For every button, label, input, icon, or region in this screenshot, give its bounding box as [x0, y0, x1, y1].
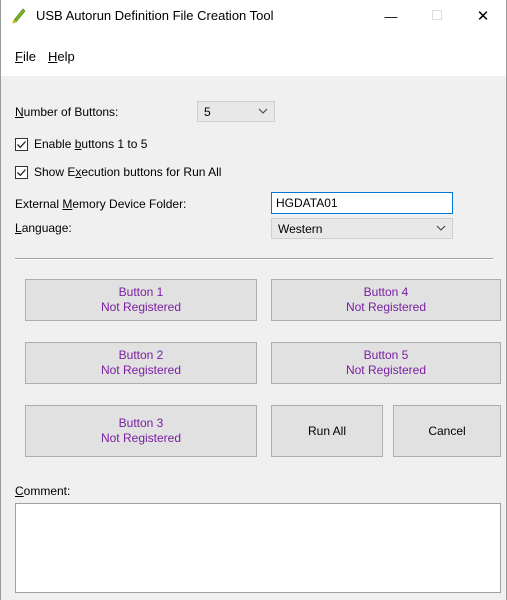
separator [15, 258, 493, 260]
menu-file[interactable]: File [15, 49, 36, 64]
button-3-status: Not Registered [100, 431, 182, 445]
button-4-status: Not Registered [345, 300, 427, 314]
language-value: Western [278, 222, 323, 236]
enable-buttons-checkbox[interactable]: Enable buttons 1 to 5 [15, 137, 147, 151]
close-button[interactable]: ✕ [460, 0, 506, 32]
app-pen-icon [12, 8, 26, 24]
comment-label: Comment: [15, 484, 71, 498]
close-icon: ✕ [476, 8, 490, 25]
app-window: USB Autorun Definition File Creation Too… [0, 0, 507, 600]
chevron-down-icon [436, 225, 446, 231]
number-of-buttons-value: 5 [204, 105, 211, 119]
button-3[interactable]: Button 3 Not Registered [25, 405, 257, 457]
button-2-title: Button 2 [118, 348, 164, 362]
enable-buttons-label: Enable buttons 1 to 5 [34, 137, 148, 151]
button-2[interactable]: Button 2 Not Registered [25, 342, 257, 384]
menu-help[interactable]: Help [48, 49, 75, 64]
button-5[interactable]: Button 5 Not Registered [271, 342, 501, 384]
number-of-buttons-select[interactable]: 5 [197, 101, 275, 122]
number-of-buttons-label: Number of Buttons: [15, 105, 119, 119]
checkbox-checked-icon[interactable] [15, 137, 28, 151]
button-1-status: Not Registered [100, 300, 182, 314]
window-title: USB Autorun Definition File Creation Too… [36, 8, 274, 23]
show-execution-label: Show Execution buttons for Run All [34, 165, 222, 179]
checkbox-checked-icon[interactable] [15, 165, 28, 179]
main-panel: Number of Buttons: 5 Enable buttons 1 to… [1, 76, 506, 600]
title-bar[interactable]: USB Autorun Definition File Creation Too… [1, 0, 506, 32]
minimize-button[interactable]: — [368, 0, 414, 32]
button-4-title: Button 4 [363, 285, 409, 299]
button-1-title: Button 1 [118, 285, 164, 299]
maximize-button[interactable]: □ [414, 0, 460, 32]
button-5-title: Button 5 [363, 348, 409, 362]
button-3-title: Button 3 [118, 416, 164, 430]
minimize-icon: — [384, 8, 398, 24]
folder-input-value: HGDATA01 [276, 196, 338, 210]
run-all-label: Run All [307, 423, 347, 438]
menu-bar: File Help [1, 32, 506, 76]
button-1[interactable]: Button 1 Not Registered [25, 279, 257, 321]
folder-input[interactable]: HGDATA01 [271, 192, 453, 214]
cancel-label: Cancel [428, 423, 466, 438]
show-execution-checkbox[interactable]: Show Execution buttons for Run All [15, 165, 221, 179]
language-label: Language: [15, 221, 72, 235]
chevron-down-icon [258, 108, 268, 114]
folder-label: External Memory Device Folder: [15, 197, 187, 211]
button-2-status: Not Registered [100, 363, 182, 377]
run-all-button[interactable]: Run All [271, 405, 383, 457]
button-4[interactable]: Button 4 Not Registered [271, 279, 501, 321]
comment-textarea[interactable] [15, 503, 501, 593]
language-select[interactable]: Western [271, 218, 453, 239]
button-5-status: Not Registered [345, 363, 427, 377]
cancel-button[interactable]: Cancel [393, 405, 501, 457]
maximize-icon: □ [432, 7, 442, 24]
